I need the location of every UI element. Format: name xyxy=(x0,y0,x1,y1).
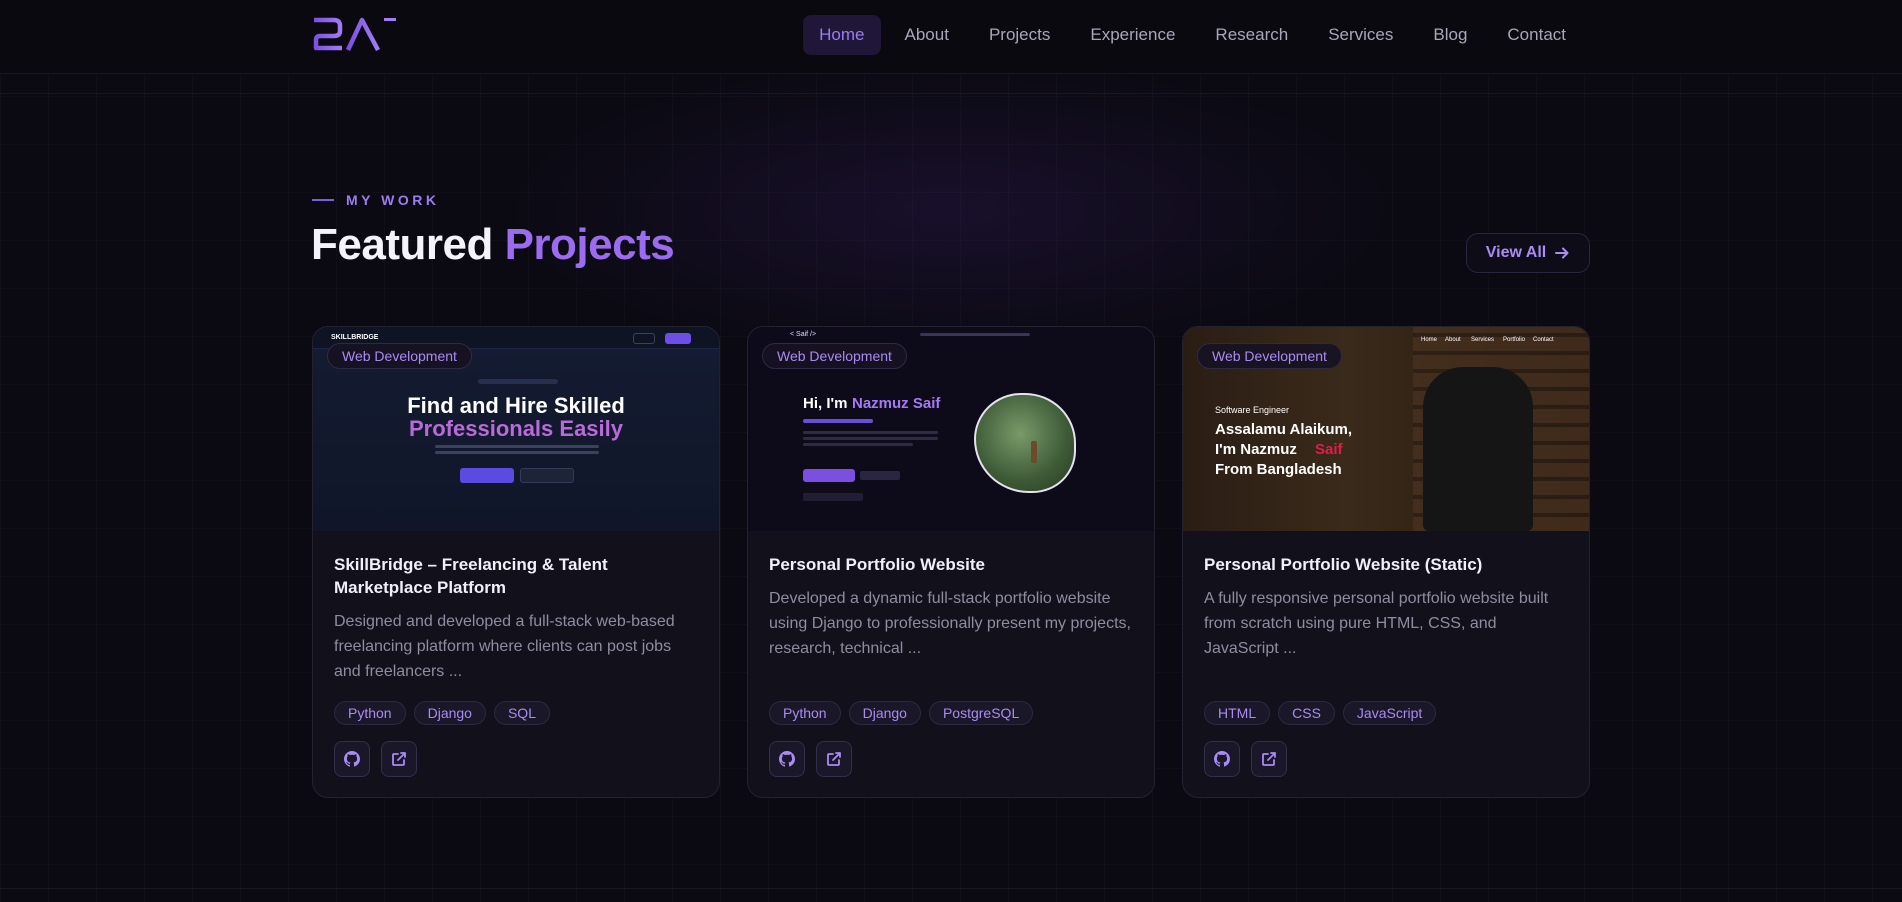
nav-services[interactable]: Services xyxy=(1312,15,1409,55)
preview-nav-item: Services xyxy=(1471,337,1495,343)
preview-text-line xyxy=(435,451,599,454)
nav-projects[interactable]: Projects xyxy=(973,15,1066,55)
preview-cta xyxy=(665,333,691,344)
preview-pill xyxy=(478,379,558,384)
preview-button-primary xyxy=(460,468,514,483)
view-all-label: View All xyxy=(1485,244,1547,261)
preview-heading-2: Professionals Easily xyxy=(409,416,623,441)
project-actions xyxy=(769,741,852,777)
project-preview-image[interactable]: Web Development Home About Services Port… xyxy=(1183,327,1589,531)
view-all-button[interactable]: View All xyxy=(1466,233,1590,273)
preview-brand: < Saif /> xyxy=(790,331,817,338)
project-title[interactable]: Personal Portfolio Website (Static) xyxy=(1204,553,1568,576)
title-part1: Featured xyxy=(311,220,493,269)
project-description: Developed a dynamic full-stack portfolio… xyxy=(769,590,1131,657)
preview-greeting: Hi, I'm xyxy=(803,395,848,412)
preview-nav-item: About xyxy=(1445,337,1461,343)
eyebrow-text: MY WORK xyxy=(346,192,440,208)
preview-text-line xyxy=(803,437,938,440)
tag-list: Python Django PostgreSQL xyxy=(769,701,1034,725)
tag: Python xyxy=(334,701,406,725)
arrow-right-icon xyxy=(1555,247,1569,259)
background-glow xyxy=(500,60,1400,360)
github-icon xyxy=(344,751,360,767)
github-button[interactable] xyxy=(1204,741,1240,777)
preview-nav-item: Contact xyxy=(1533,337,1554,343)
github-button[interactable] xyxy=(769,741,805,777)
tag: SQL xyxy=(493,701,550,725)
preview-navbar xyxy=(920,333,1030,336)
tag: JavaScript xyxy=(1342,701,1437,725)
preview-button-secondary xyxy=(860,471,900,480)
tag: Django xyxy=(413,701,486,725)
external-link-icon xyxy=(827,752,841,766)
preview-name: Nazmuz Saif xyxy=(852,395,941,412)
project-title[interactable]: Personal Portfolio Website xyxy=(769,553,1133,576)
preview-text-line xyxy=(435,445,599,448)
top-nav: Home About Projects Experience Research … xyxy=(0,0,1902,74)
preview-person xyxy=(1423,367,1533,531)
nav-home[interactable]: Home xyxy=(803,15,881,55)
github-icon xyxy=(779,751,795,767)
project-description: Designed and developed a full-stack web-… xyxy=(334,613,675,680)
tag: Django xyxy=(848,701,921,725)
tag: CSS xyxy=(1278,701,1335,725)
preview-avatar xyxy=(974,393,1076,493)
external-link-icon xyxy=(392,752,406,766)
preview-subtitle xyxy=(803,419,873,423)
preview-button-secondary xyxy=(520,468,574,483)
project-card-portfolio[interactable]: Web Development < Saif /> Hi, I'm Nazmuz… xyxy=(747,326,1155,798)
logo-icon[interactable] xyxy=(312,14,398,54)
tag: PostgreSQL xyxy=(928,701,1034,725)
github-button[interactable] xyxy=(334,741,370,777)
external-link-icon xyxy=(1262,752,1276,766)
nav-experience[interactable]: Experience xyxy=(1074,15,1191,55)
live-demo-button[interactable] xyxy=(1251,741,1287,777)
divider xyxy=(0,93,1902,94)
preview-person xyxy=(1031,441,1037,463)
project-card-portfolio-static[interactable]: Web Development Home About Services Port… xyxy=(1182,326,1590,798)
preview-button-primary xyxy=(803,469,855,482)
tag-list: HTML CSS JavaScript xyxy=(1204,701,1437,725)
category-badge: Web Development xyxy=(1197,343,1342,369)
preview-text-line xyxy=(803,443,913,446)
preview-brand: SKILLBRIDGE xyxy=(331,334,379,341)
title-part2: Projects xyxy=(504,220,675,269)
project-actions xyxy=(334,741,417,777)
nav-contact[interactable]: Contact xyxy=(1491,15,1582,55)
preview-line2b: Saif xyxy=(1315,441,1343,458)
project-card-skillbridge[interactable]: Web Development SKILLBRIDGE Find and Hir… xyxy=(312,326,720,798)
category-badge: Web Development xyxy=(327,343,472,369)
section-divider xyxy=(0,888,1902,889)
category-badge: Web Development xyxy=(762,343,907,369)
live-demo-button[interactable] xyxy=(816,741,852,777)
tag: HTML xyxy=(1204,701,1271,725)
nav-about[interactable]: About xyxy=(889,15,965,55)
preview-role: Software Engineer xyxy=(1215,405,1290,415)
preview-line3: From Bangladesh xyxy=(1215,461,1342,478)
tag-list: Python Django SQL xyxy=(334,701,550,725)
github-icon xyxy=(1214,751,1230,767)
preview-line1: Assalamu Alaikum, xyxy=(1215,421,1352,438)
section-eyebrow: MY WORK xyxy=(312,192,439,208)
project-actions xyxy=(1204,741,1287,777)
preview-nav-item: Home xyxy=(1421,337,1438,343)
preview-line2a: I'm Nazmuz xyxy=(1215,441,1297,458)
nav-research[interactable]: Research xyxy=(1199,15,1304,55)
preview-text-line xyxy=(803,431,938,434)
nav-blog[interactable]: Blog xyxy=(1417,15,1483,55)
live-demo-button[interactable] xyxy=(381,741,417,777)
tag: Python xyxy=(769,701,841,725)
preview-login xyxy=(633,333,655,344)
preview-stats xyxy=(803,493,863,501)
nav-links: Home About Projects Experience Research … xyxy=(803,15,1582,55)
project-preview-image[interactable]: Web Development < Saif /> Hi, I'm Nazmuz… xyxy=(748,327,1154,531)
preview-nav-item: Portfolio xyxy=(1503,337,1526,343)
project-preview-image[interactable]: Web Development SKILLBRIDGE Find and Hir… xyxy=(313,327,719,531)
project-title[interactable]: SkillBridge – Freelancing & Talent Marke… xyxy=(334,553,698,599)
section-title: Featured Projects xyxy=(311,220,675,270)
eyebrow-line xyxy=(312,199,334,201)
project-description: A fully responsive personal portfolio we… xyxy=(1204,590,1549,657)
